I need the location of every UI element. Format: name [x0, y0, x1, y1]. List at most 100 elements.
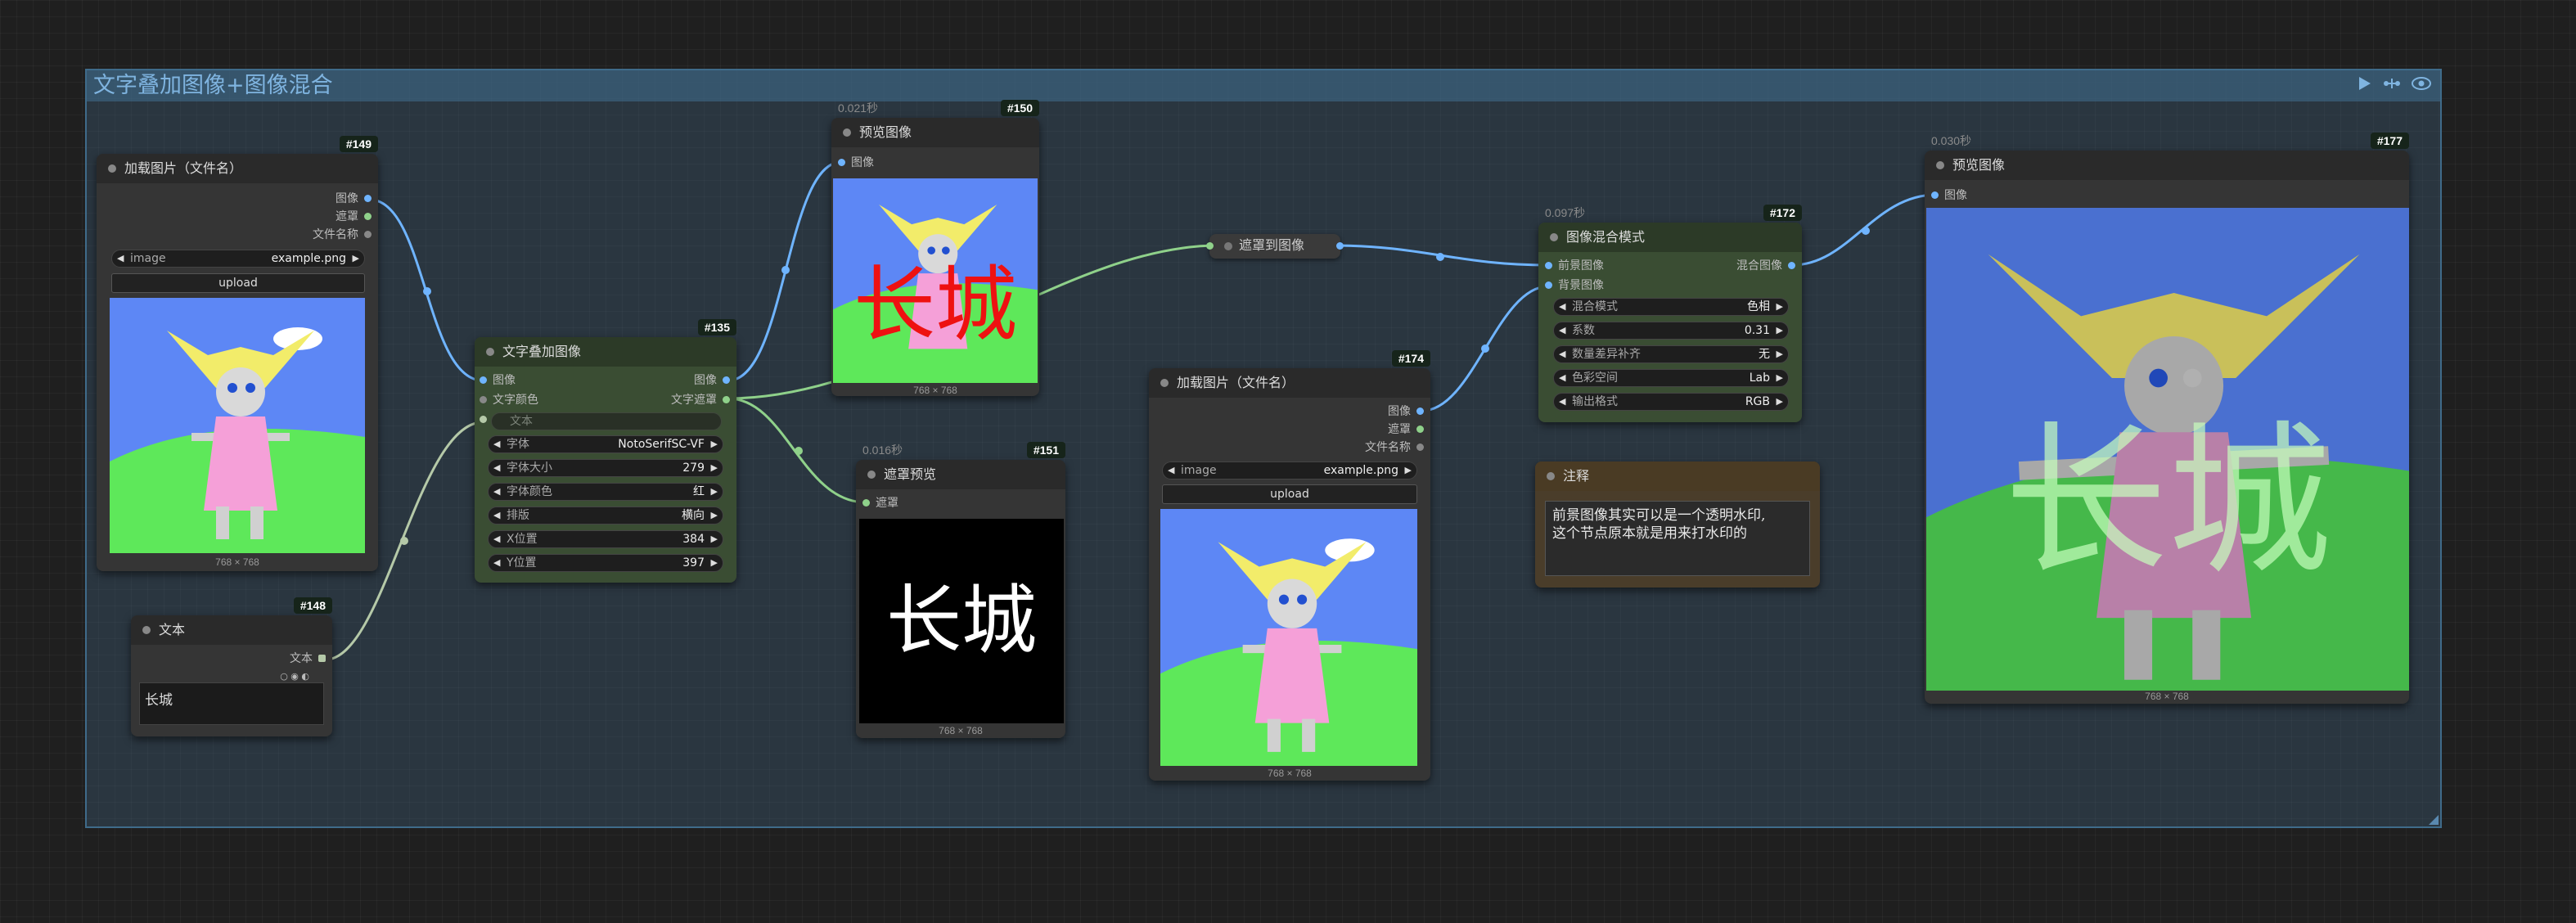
input-background-dot[interactable]: [1545, 281, 1552, 289]
left-arrow-icon[interactable]: ◀: [493, 555, 500, 571]
collapse-dot[interactable]: [1936, 161, 1944, 169]
output-filename-dot[interactable]: [1416, 443, 1424, 451]
input-foreground[interactable]: 前景图像: [1558, 259, 1604, 273]
node-load-image-174[interactable]: #174 加载图片（文件名） 图像 遮罩 文件名称 ◀ image exampl…: [1149, 350, 1430, 781]
right-arrow-icon[interactable]: ▶: [711, 531, 718, 547]
node-header[interactable]: 文字叠加图像: [475, 337, 736, 367]
input-mask[interactable]: 遮罩: [876, 496, 898, 511]
left-arrow-icon[interactable]: ◀: [493, 460, 500, 476]
output-mask[interactable]: 遮罩: [336, 209, 358, 224]
right-arrow-icon[interactable]: ▶: [353, 250, 359, 267]
left-arrow-icon[interactable]: ◀: [1559, 370, 1565, 386]
node-header[interactable]: 遮罩预览: [856, 460, 1065, 489]
node-header[interactable]: 加载图片（文件名）: [1149, 368, 1430, 398]
output-format-widget[interactable]: ◀ 输出格式 RGB ▶: [1553, 393, 1789, 411]
text-widget[interactable]: 文本: [491, 412, 722, 430]
node-mask-to-image[interactable]: 遮罩到图像: [1206, 234, 1344, 259]
note-textarea[interactable]: 前景图像其实可以是一个透明水印, 这个节点原本就是用来打水印的: [1545, 501, 1810, 576]
node-header[interactable]: 文本: [131, 615, 332, 645]
x-position-widget[interactable]: ◀ X位置 384 ▶: [488, 530, 723, 548]
collapse-dot[interactable]: [1547, 472, 1555, 480]
output-text-dot[interactable]: [318, 655, 326, 662]
left-arrow-icon[interactable]: ◀: [493, 507, 500, 524]
node-preview-150[interactable]: 0.021秒 #150 预览图像 图像 长城 768 × 768: [831, 100, 1039, 396]
output-filename-dot[interactable]: [364, 231, 372, 238]
output-image[interactable]: 图像: [1388, 404, 1411, 419]
input-image[interactable]: 图像: [851, 155, 874, 170]
factor-widget[interactable]: ◀ 系数 0.31 ▶: [1553, 322, 1789, 340]
upload-button[interactable]: upload: [111, 273, 365, 293]
blend-mode-widget[interactable]: ◀ 混合模式 色相 ▶: [1553, 298, 1789, 316]
node-header[interactable]: 预览图像: [1925, 151, 2409, 180]
node-header[interactable]: 加载图片（文件名）: [97, 154, 378, 183]
right-arrow-icon[interactable]: ▶: [711, 436, 718, 452]
text-options-icon[interactable]: ○ ◉ ◐: [280, 671, 309, 682]
left-arrow-icon[interactable]: ◀: [1559, 299, 1565, 315]
right-arrow-icon[interactable]: ▶: [711, 484, 718, 500]
collapse-dot[interactable]: [142, 626, 151, 634]
output-image-dot[interactable]: [364, 195, 372, 202]
node-header[interactable]: 预览图像: [831, 118, 1039, 147]
input-image-dot[interactable]: [838, 159, 845, 166]
input-mask-dot[interactable]: [862, 499, 870, 507]
layout-widget[interactable]: ◀ 排版 横向 ▶: [488, 507, 723, 525]
collapse-dot[interactable]: [1550, 233, 1558, 241]
output-filename[interactable]: 文件名称: [313, 227, 358, 242]
right-arrow-icon[interactable]: ▶: [1777, 346, 1783, 362]
node-text-148[interactable]: #148 文本 文本 ○ ◉ ◐ 长城: [131, 597, 332, 736]
right-arrow-icon[interactable]: ▶: [711, 555, 718, 571]
output-text[interactable]: 文本: [290, 651, 313, 666]
left-arrow-icon[interactable]: ◀: [1559, 322, 1565, 339]
input-text-dot[interactable]: [480, 416, 487, 423]
left-arrow-icon[interactable]: ◀: [117, 250, 124, 267]
right-arrow-icon[interactable]: ▶: [1777, 370, 1783, 386]
output-image-dot[interactable]: [723, 376, 730, 384]
collapse-dot[interactable]: [843, 128, 851, 137]
input-foreground-dot[interactable]: [1545, 262, 1552, 269]
left-arrow-icon[interactable]: ◀: [1168, 462, 1174, 479]
output-text-mask[interactable]: 文字遮罩: [671, 393, 717, 407]
node-mask-preview-151[interactable]: 0.016秒 #151 遮罩预览 遮罩 长城 768 × 768: [856, 442, 1065, 738]
node-image-blend-172[interactable]: 0.097秒 #172 图像混合模式 前景图像 背景图像 混合图像 ◀ 混合模式色…: [1538, 205, 1802, 422]
input-mask-dot[interactable]: [1206, 242, 1214, 250]
right-arrow-icon[interactable]: ▶: [1777, 394, 1783, 410]
output-blended[interactable]: 混合图像: [1736, 259, 1782, 273]
font-color-widget[interactable]: ◀ 字体颜色 红 ▶: [488, 483, 723, 501]
output-image[interactable]: 图像: [694, 373, 717, 388]
right-arrow-icon[interactable]: ▶: [1405, 462, 1412, 479]
color-space-widget[interactable]: ◀ 色彩空间 Lab ▶: [1553, 369, 1789, 387]
output-text-mask-dot[interactable]: [723, 396, 730, 403]
left-arrow-icon[interactable]: ◀: [493, 484, 500, 500]
image-select-widget[interactable]: ◀ image example.png ▶: [111, 250, 365, 268]
input-color-dot[interactable]: [480, 396, 487, 403]
y-position-widget[interactable]: ◀ Y位置 397 ▶: [488, 554, 723, 572]
node-header[interactable]: 注释: [1535, 462, 1820, 491]
output-filename[interactable]: 文件名称: [1365, 440, 1411, 455]
input-image-dot[interactable]: [1931, 191, 1939, 199]
left-arrow-icon[interactable]: ◀: [493, 436, 500, 452]
right-arrow-icon[interactable]: ▶: [711, 460, 718, 476]
input-image[interactable]: 图像: [1944, 188, 1967, 203]
font-size-widget[interactable]: ◀ 字体大小 279 ▶: [488, 459, 723, 477]
node-header[interactable]: 图像混合模式: [1538, 223, 1802, 252]
output-blended-dot[interactable]: [1788, 262, 1795, 269]
output-mask[interactable]: 遮罩: [1388, 422, 1411, 437]
left-arrow-icon[interactable]: ◀: [1559, 394, 1565, 410]
input-image[interactable]: 图像: [493, 373, 516, 388]
input-background[interactable]: 背景图像: [1558, 278, 1604, 293]
output-image[interactable]: 图像: [336, 191, 358, 206]
text-input[interactable]: 长城: [139, 682, 324, 725]
output-image-dot[interactable]: [1416, 407, 1424, 415]
input-text-color[interactable]: 文字颜色: [493, 393, 538, 407]
node-note[interactable]: 注释 前景图像其实可以是一个透明水印, 这个节点原本就是用来打水印的: [1535, 462, 1820, 588]
output-mask-dot[interactable]: [364, 213, 372, 220]
image-select-widget[interactable]: ◀ image example.png ▶: [1162, 462, 1417, 480]
output-image-dot[interactable]: [1336, 242, 1344, 250]
right-arrow-icon[interactable]: ▶: [1777, 299, 1783, 315]
left-arrow-icon[interactable]: ◀: [1559, 346, 1565, 362]
output-mask-dot[interactable]: [1416, 425, 1424, 433]
collapse-dot[interactable]: [1224, 242, 1232, 250]
node-preview-177[interactable]: 0.030秒 #177 预览图像 图像 长城 768 × 768: [1925, 133, 2409, 704]
font-widget[interactable]: ◀ 字体 NotoSerifSC-VF ▶: [488, 435, 723, 453]
collapse-dot[interactable]: [1160, 379, 1169, 387]
